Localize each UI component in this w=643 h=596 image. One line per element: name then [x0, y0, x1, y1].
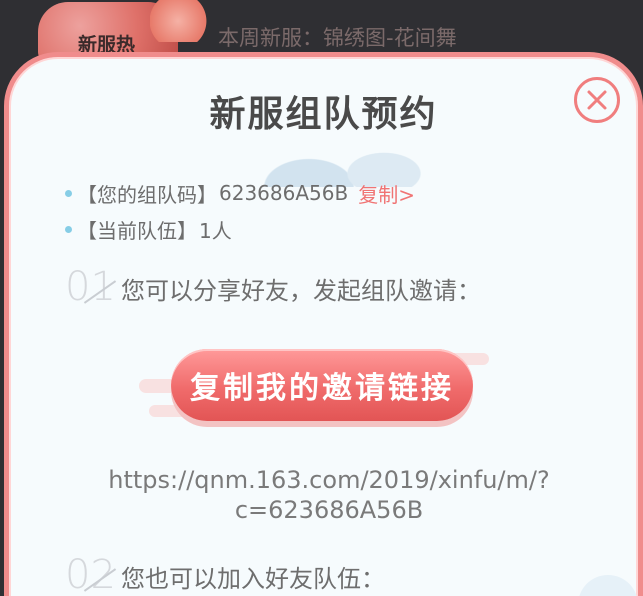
team-code-value: 623686A56B	[219, 181, 349, 205]
team-size-row: 【当前队伍】 1人	[65, 211, 415, 247]
invite-url-text: https://qnm.163.com/2019/xinfu/m/?c=6236…	[108, 466, 550, 524]
copy-invite-link-button[interactable]: 复制我的邀请链接	[171, 349, 473, 421]
close-button[interactable]	[574, 77, 620, 123]
bullet-dot-icon	[65, 189, 72, 197]
copy-code-link[interactable]: 复制>	[358, 179, 415, 208]
team-code-row: 【您的组队码】 623686A56B 复制>	[65, 175, 415, 211]
team-size-label: 【当前队伍】	[77, 218, 197, 243]
corner-cloud-decoration	[578, 575, 638, 596]
step-one-text: 您可以分享好友，发起组队邀请：	[121, 277, 481, 305]
background-news-text: 本周新服：锦绣图-花间舞	[218, 26, 457, 50]
bullet-dot-icon	[65, 225, 72, 233]
team-size-value: 1人	[199, 218, 232, 243]
team-info-list: 【您的组队码】 623686A56B 复制> 【当前队伍】 1人	[65, 175, 415, 247]
step-one-number: 01	[65, 265, 121, 309]
modal-title: 新服组队预约	[209, 94, 438, 135]
team-reservation-modal: 新服组队预约 【您的组队码】 623686A56B 复制> 【当前队伍】 1人 …	[4, 52, 643, 596]
flower-decoration	[150, 0, 220, 42]
team-code-label: 【您的组队码】	[77, 182, 217, 207]
close-icon	[587, 90, 607, 110]
step-two-text: 您也可以加入好友队伍：	[121, 565, 385, 593]
step-one: 01 您可以分享好友，发起组队邀请：	[65, 265, 481, 309]
step-two-number: 02	[65, 553, 121, 596]
invite-button-area: 复制我的邀请链接	[109, 337, 509, 437]
step-two: 02 您也可以加入好友队伍：	[65, 553, 385, 596]
